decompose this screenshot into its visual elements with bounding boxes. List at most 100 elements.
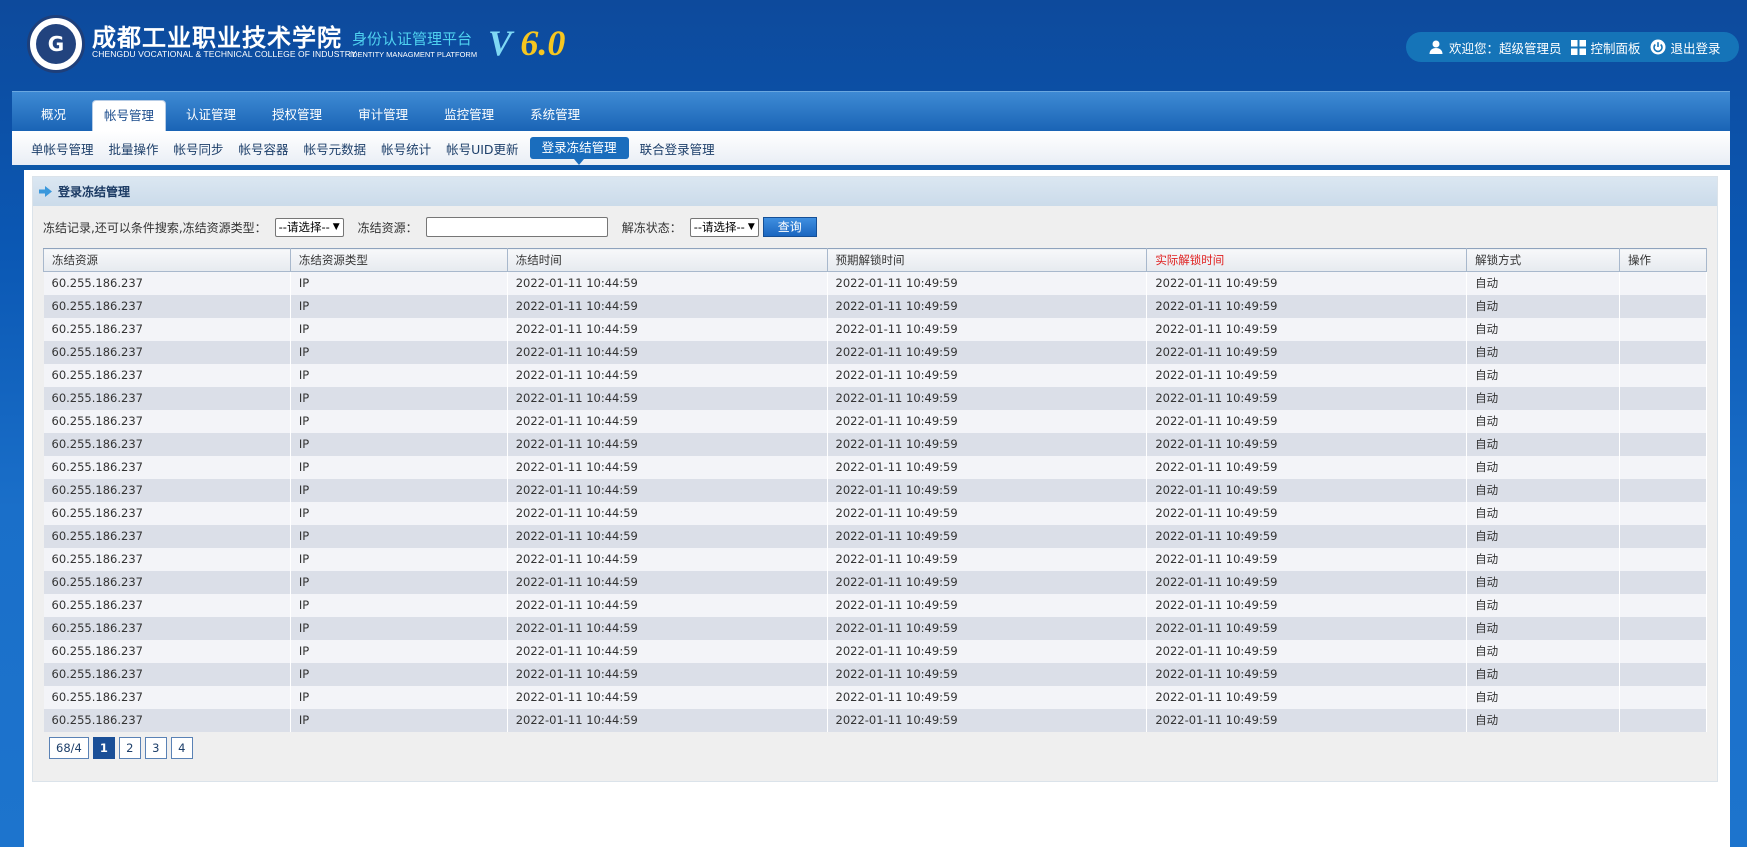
table-cell: 2022-01-11 10:49:59	[827, 616, 1148, 640]
freeze-panel: 登录冻结管理 冻结记录,还可以条件搜索,冻结资源类型： --请选择-- ▼ 冻结…	[32, 176, 1718, 782]
table-cell	[1619, 294, 1707, 318]
table-row: 60.255.186.237 IP 2022-01-11 10:44:59 2022-…	[43, 409, 1707, 433]
table-cell: 60.255.186.237	[43, 386, 291, 410]
table-cell: 2022-01-11 10:49:59	[1146, 478, 1468, 502]
table-cell: 2022-01-11 10:49:59	[1146, 432, 1468, 456]
table-cell: 2022-01-11 10:49:59	[827, 386, 1148, 410]
table-cell	[1619, 317, 1707, 341]
column-header: 操作	[1619, 248, 1707, 272]
header: G 成都工业职业技术学院 身份认证管理平台 CHENGDU VOCATIONAL…	[0, 0, 1747, 90]
table-cell: 60.255.186.237	[43, 432, 291, 456]
table-cell: 2022-01-11 10:44:59	[507, 501, 828, 525]
nav-tab-2[interactable]: 认证管理	[176, 100, 246, 132]
main-nav: 概况 帐号管理 认证管理 授权管理 审计管理 监控管理 系统管理	[12, 91, 1730, 132]
table-row: 60.255.186.237 IP 2022-01-11 10:44:59 2022-…	[43, 317, 1707, 341]
logout-link[interactable]: 退出登录	[1650, 38, 1721, 57]
table-cell: 60.255.186.237	[43, 593, 291, 617]
welcome-user[interactable]: 欢迎您：超级管理员	[1428, 38, 1562, 57]
table-cell: 2022-01-11 10:49:59	[827, 432, 1148, 456]
table-cell: 2022-01-11 10:49:59	[827, 662, 1148, 686]
table-cell: 2022-01-11 10:44:59	[507, 570, 828, 594]
dashboard-link[interactable]: 控制面板	[1570, 38, 1641, 57]
table-cell: IP	[290, 616, 508, 640]
table-cell: 2022-01-11 10:44:59	[507, 317, 828, 341]
table-cell: IP	[290, 409, 508, 433]
subnav-item-8[interactable]: 联合登录管理	[640, 139, 715, 158]
column-header: 冻结资源类型	[289, 248, 508, 272]
content-area: 登录冻结管理 冻结记录,还可以条件搜索,冻结资源类型： --请选择-- ▼ 冻结…	[24, 170, 1730, 847]
table-cell: 自动	[1466, 409, 1620, 433]
table-cell: 2022-01-11 10:49:59	[1146, 386, 1468, 410]
table-cell: IP	[290, 455, 508, 479]
table-cell: 2022-01-11 10:49:59	[1146, 455, 1468, 479]
table-cell: 2022-01-11 10:49:59	[1146, 524, 1468, 548]
status-select[interactable]: --请选择-- ▼	[689, 217, 759, 237]
table-header-row: 冻结资源 冻结资源类型 冻结时间 预期解锁时间 实际解锁时间 解锁方式 操作	[43, 248, 1707, 272]
table-cell: 2022-01-11 10:49:59	[1146, 409, 1468, 433]
table-cell: IP	[290, 639, 508, 663]
nav-tab-0[interactable]: 概况	[31, 100, 76, 132]
nav-tab-5[interactable]: 监控管理	[434, 100, 504, 132]
subnav-item-7[interactable]: 登录冻结管理	[529, 137, 629, 165]
table-cell: IP	[290, 524, 508, 548]
table-cell: 60.255.186.237	[43, 547, 291, 571]
subnav-item-1[interactable]: 批量操作	[109, 139, 159, 158]
table-cell: 2022-01-11 10:44:59	[507, 386, 828, 410]
page-button[interactable]: 1	[92, 737, 115, 759]
resource-input[interactable]	[425, 217, 608, 237]
table-cell: 60.255.186.237	[43, 524, 291, 548]
nav-tab-6[interactable]: 系统管理	[520, 100, 590, 132]
table-cell	[1619, 685, 1707, 709]
subnav-item-5[interactable]: 帐号统计	[381, 139, 431, 158]
freeze-table: 冻结资源 冻结资源类型 冻结时间 预期解锁时间 实际解锁时间 解锁方式 操作 60.255.…	[43, 248, 1707, 732]
table-cell: 2022-01-11 10:49:59	[827, 593, 1148, 617]
pagination: 68/4 1 2 3 4	[49, 737, 197, 759]
nav-tab-1[interactable]: 帐号管理	[92, 100, 167, 132]
nav-tab-4[interactable]: 审计管理	[348, 100, 418, 132]
table-cell: 2022-01-11 10:49:59	[1146, 294, 1468, 318]
table-cell: 60.255.186.237	[43, 317, 291, 341]
table-cell: 2022-01-11 10:44:59	[507, 616, 828, 640]
table-cell: 2022-01-11 10:49:59	[1146, 570, 1468, 594]
page-button[interactable]: 3	[144, 737, 167, 759]
platform-name-en: IDENTITY MANAGMENT PLATFORM	[350, 50, 478, 59]
table-cell: 自动	[1466, 616, 1620, 640]
table-cell: 2022-01-11 10:49:59	[827, 547, 1148, 571]
table-cell: 2022-01-11 10:44:59	[507, 547, 828, 571]
version-number: 6.0	[520, 23, 566, 63]
page-button[interactable]: 4	[170, 737, 193, 759]
column-header: 冻结时间	[506, 248, 828, 272]
subnav-item-2[interactable]: 帐号同步	[174, 139, 224, 158]
dashboard-label: 控制面板	[1590, 40, 1641, 56]
table-cell: 2022-01-11 10:49:59	[1146, 662, 1468, 686]
query-button[interactable]: 查询	[762, 217, 817, 237]
logout-label: 退出登录	[1670, 40, 1721, 56]
table-cell	[1619, 616, 1707, 640]
table-cell: 2022-01-11 10:49:59	[827, 363, 1148, 387]
dashboard-icon	[1570, 39, 1586, 55]
table-cell: 自动	[1466, 455, 1620, 479]
type-select[interactable]: --请选择-- ▼	[274, 217, 344, 237]
nav-tab-3[interactable]: 授权管理	[262, 100, 332, 132]
school-name-en: CHENGDU VOCATIONAL & TECHNICAL COLLEGE O…	[92, 49, 357, 59]
table-cell: 自动	[1466, 432, 1620, 456]
subnav-item-3[interactable]: 帐号容器	[239, 139, 289, 158]
column-header: 实际解锁时间	[1146, 248, 1468, 272]
table-cell: 2022-01-11 10:44:59	[507, 432, 828, 456]
table-row: 60.255.186.237 IP 2022-01-11 10:44:59 2022-…	[43, 294, 1707, 318]
table-cell: 2022-01-11 10:49:59	[827, 501, 1148, 525]
table-row: 60.255.186.237 IP 2022-01-11 10:44:59 2022-…	[43, 478, 1707, 502]
subnav-item-0[interactable]: 单帐号管理	[31, 139, 94, 158]
table-cell: 2022-01-11 10:49:59	[827, 478, 1148, 502]
table-cell: 自动	[1466, 294, 1620, 318]
table-cell: IP	[290, 294, 508, 318]
table-cell: 60.255.186.237	[43, 708, 291, 732]
column-header: 预期解锁时间	[826, 248, 1148, 272]
welcome-text: 欢迎您：超级管理员	[1449, 40, 1562, 56]
subnav-item-6[interactable]: 帐号UID更新	[446, 139, 518, 158]
table-cell: 60.255.186.237	[43, 294, 291, 318]
table-cell: 2022-01-11 10:49:59	[827, 340, 1148, 364]
table-cell: 2022-01-11 10:49:59	[827, 524, 1148, 548]
subnav-item-4[interactable]: 帐号元数据	[304, 139, 367, 158]
page-button[interactable]: 2	[118, 737, 141, 759]
